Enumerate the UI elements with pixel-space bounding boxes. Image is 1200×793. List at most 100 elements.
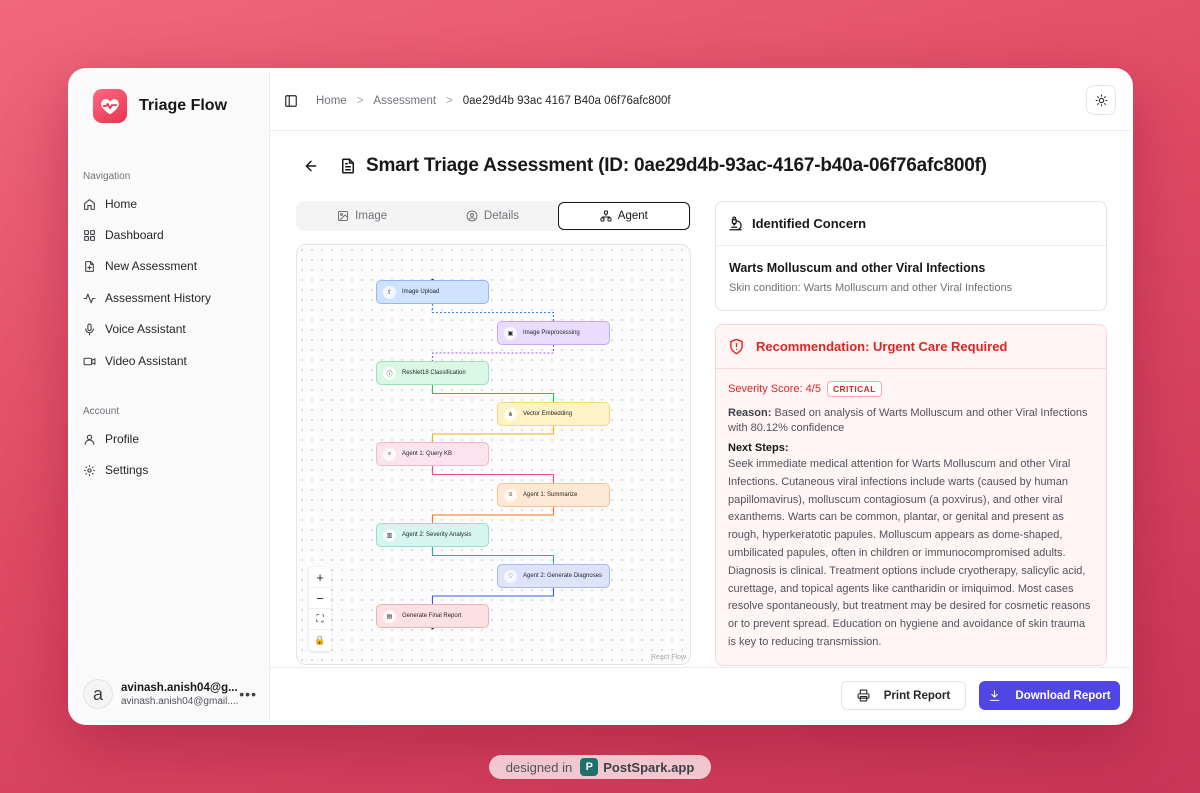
status-badge: CRITICAL	[826, 381, 882, 397]
zoom-in-button[interactable]: +	[309, 567, 331, 588]
topbar: Home > Assessment > 0ae29d4b 93ac 4167 B…	[270, 71, 1130, 131]
chevron-right-icon: >	[356, 94, 364, 107]
flow-node-label: Agent 2: Generate Diagnoses	[523, 573, 603, 579]
concern-header: Identified Concern	[716, 202, 1106, 246]
sidebar-item-label: Home	[105, 197, 138, 211]
breadcrumb: Home > Assessment > 0ae29d4b 93ac 4167 B…	[316, 95, 671, 107]
sidebar-item-home[interactable]: Home	[79, 190, 261, 218]
page-header: Smart Triage Assessment (ID: 0ae29d4b-93…	[303, 155, 987, 177]
flow-node-label: Image Preprocessing	[523, 330, 580, 336]
agent-flow-canvas[interactable]: ⇧ Image Upload ▣ Image Preprocessing ⓘ ResNet…	[296, 244, 691, 665]
watermark-prefix: designed in	[505, 759, 573, 775]
identified-concern-card: Identified Concern Warts Molluscum and o…	[715, 201, 1107, 311]
download-report-button[interactable]: Download Report	[979, 681, 1120, 710]
activity-icon	[83, 293, 96, 303]
flow-node[interactable]: ≡ Agent 1: Summarize	[497, 483, 610, 507]
react-flow-attribution[interactable]: React Flow	[651, 654, 686, 661]
network-icon: ⋔	[504, 407, 517, 421]
info-icon: ⓘ	[383, 366, 396, 380]
mic-icon	[85, 323, 94, 335]
flow-edge	[431, 507, 555, 523]
flow-controls: + − ⛶ 🔒	[309, 567, 331, 651]
user-icon	[84, 434, 95, 445]
shield-alert-icon	[730, 338, 743, 355]
sidebar-toggle-icon[interactable]	[284, 94, 298, 108]
flow-node-label: Generate Final Report	[402, 613, 462, 619]
next-steps-label: Next Steps:	[728, 442, 789, 454]
user-menu[interactable]: a avinash.anish04@g... avinash.anish04@g…	[71, 666, 269, 722]
sidebar-item-label: Profile	[105, 432, 140, 446]
flow-node[interactable]: ▤ Generate Final Report	[376, 604, 489, 628]
reason-label: Reason:	[728, 407, 772, 419]
tab-label: Agent	[617, 210, 648, 222]
flow-node[interactable]: ⋔ Vector Embedding	[497, 402, 610, 426]
sidebar-item-new-assessment[interactable]: New Assessment	[79, 252, 261, 280]
sidebar-item-settings[interactable]: Settings	[79, 456, 261, 484]
tab-image[interactable]: Image	[297, 202, 427, 230]
sidebar-item-label: New Assessment	[105, 259, 198, 273]
user-email: avinash.anish04@gmail....	[121, 695, 239, 707]
breadcrumb-assessment[interactable]: Assessment	[373, 95, 436, 107]
report-icon: ▤	[383, 609, 396, 623]
flow-node[interactable]: ⌕ Agent 1: Query KB	[376, 442, 489, 466]
breadcrumb-current: 0ae29d4b 93ac 4167 B40a 06f76afc800f	[462, 94, 671, 107]
more-icon[interactable]: •••	[239, 686, 257, 702]
theme-toggle-button[interactable]	[1086, 85, 1116, 115]
reason-text: Reason: Based on analysis of Warts Mollu…	[728, 406, 1094, 436]
upload-icon: ⇧	[383, 285, 396, 299]
next-steps-text: Seek immediate medical attention for War…	[728, 458, 1091, 648]
home-icon	[84, 198, 95, 210]
image-icon	[338, 211, 349, 221]
tab-details[interactable]: Details	[427, 202, 557, 230]
sidebar-item-label: Voice Assistant	[105, 322, 186, 336]
breadcrumb-home[interactable]: Home	[316, 95, 347, 107]
flow-edges	[431, 278, 555, 630]
user-circle-icon	[466, 210, 478, 222]
flow-edge	[431, 385, 555, 402]
flow-edge	[431, 304, 555, 321]
flow-edge	[431, 466, 555, 483]
chevron-right-icon: >	[446, 94, 453, 107]
video-icon	[83, 357, 96, 365]
sidebar-item-profile[interactable]: Profile	[79, 425, 261, 453]
view-tabs: Image Details Agent	[296, 201, 691, 231]
account-section-label: Account	[83, 406, 120, 417]
flow-node[interactable]: ⓘ ResNet18 Classification	[376, 361, 489, 385]
fit-view-button[interactable]: ⛶	[309, 609, 331, 630]
zoom-out-button[interactable]: −	[309, 588, 331, 609]
sun-icon	[1095, 94, 1107, 106]
recommendation-body: Severity Score: 4/5 CRITICAL Reason: Bas…	[728, 381, 1094, 652]
flow-edge	[431, 345, 555, 361]
sidebar-item-voice-assistant[interactable]: Voice Assistant	[79, 315, 261, 343]
flow-node-label: Vector Embedding	[523, 411, 573, 417]
arrow-left-icon[interactable]	[303, 158, 319, 174]
lock-button[interactable]: 🔒	[309, 630, 331, 651]
network-icon	[600, 210, 612, 222]
sidebar-item-label: Video Assistant	[105, 354, 187, 368]
flow-node-label: ResNet18 Classification	[402, 370, 466, 376]
nav-section-label: Navigation	[83, 171, 131, 182]
brand[interactable]: Triage Flow	[93, 89, 227, 123]
tab-label: Details	[483, 210, 520, 222]
file-plus-icon	[85, 260, 94, 272]
action-footer: Print Report Download Report	[270, 667, 1130, 722]
severity-row: Severity Score: 4/5 CRITICAL	[728, 381, 1094, 397]
tab-agent[interactable]: Agent	[557, 202, 690, 230]
stethoscope-icon: ♡	[504, 569, 517, 583]
sidebar-item-label: Assessment History	[105, 291, 212, 305]
sidebar-item-assessment-history[interactable]: Assessment History	[79, 284, 261, 312]
flow-node[interactable]: ⇧ Image Upload	[376, 280, 489, 304]
flow-edge	[431, 588, 555, 604]
sidebar-item-dashboard[interactable]: Dashboard	[79, 221, 261, 249]
page-title: Smart Triage Assessment (ID: 0ae29d4b-93…	[366, 155, 987, 176]
user-info: avinash.anish04@g... avinash.anish04@gma…	[121, 682, 238, 707]
print-report-button[interactable]: Print Report	[841, 681, 966, 710]
flow-node[interactable]: ▣ Image Preprocessing	[497, 321, 610, 345]
recommendation-header: Recommendation: Urgent Care Required	[716, 325, 1106, 369]
gear-icon	[84, 464, 95, 476]
avatar: a	[83, 679, 113, 709]
flow-node[interactable]: ▥ Agent 2: Severity Analysis	[376, 523, 489, 547]
recommendation-card: Recommendation: Urgent Care Required Sev…	[715, 324, 1107, 666]
sidebar-item-video-assistant[interactable]: Video Assistant	[79, 347, 261, 375]
flow-node[interactable]: ♡ Agent 2: Generate Diagnoses	[497, 564, 610, 588]
